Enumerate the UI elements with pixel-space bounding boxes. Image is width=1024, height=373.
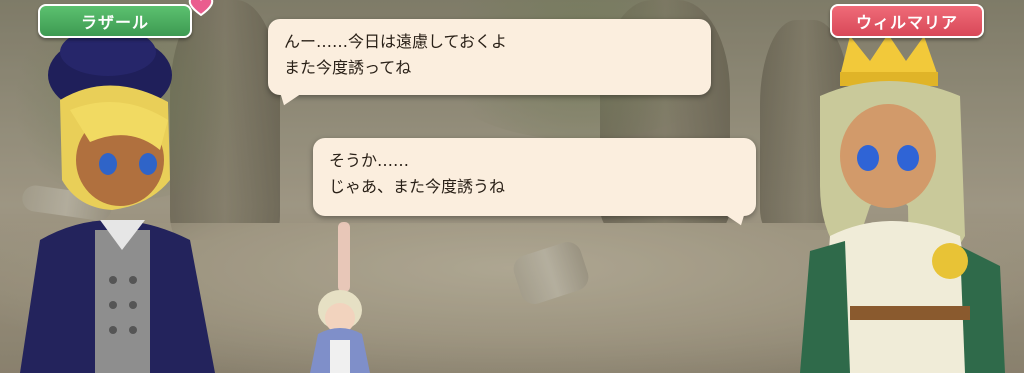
background-character [310,222,370,373]
speaker-name-left: ラザール [80,13,149,32]
speech-bubble-bottom[interactable]: そうか…… じゃあ、また今度誘うね [313,138,756,216]
speaker-nametag-left: ラザール [38,4,192,38]
dialogue-line: んー……今日は遠慮しておくよ [284,32,508,51]
game-scene[interactable]: ラザール ウィルマリア んー……今日は遠慮しておくよ また今度誘ってね そうか…… [0,0,1024,373]
dialogue-line: そうか…… [329,151,410,170]
dialogue-line: また今度誘ってね [284,58,412,77]
character-left [20,30,215,373]
speech-bubble-top[interactable]: んー……今日は遠慮しておくよ また今度誘ってね [268,19,711,95]
dialogue-line: じゃあ、また今度誘うね [329,177,506,196]
character-right [800,36,1005,373]
speaker-nametag-right: ウィルマリア [830,4,984,38]
speaker-name-right: ウィルマリア [855,13,958,32]
heart-icon [188,0,214,16]
